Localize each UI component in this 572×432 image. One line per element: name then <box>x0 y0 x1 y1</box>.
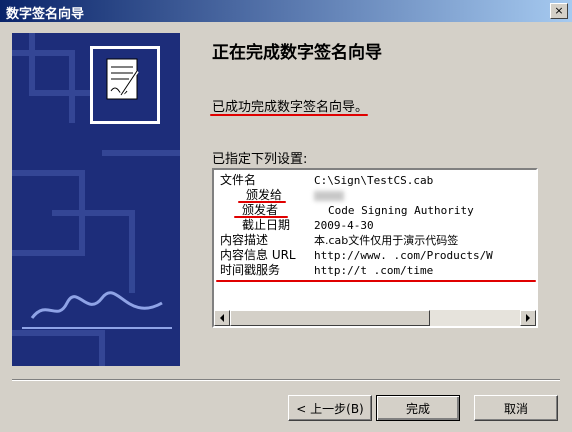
cancel-button[interactable]: 取消 <box>474 395 558 421</box>
window-title: 数字签名向导 <box>6 7 85 22</box>
success-message: 已成功完成数字签名向导。 <box>212 100 369 115</box>
scroll-left-button[interactable] <box>214 310 230 326</box>
close-button[interactable]: × <box>550 3 568 19</box>
scrollbar-thumb[interactable] <box>230 310 430 326</box>
setting-value-redacted <box>314 188 344 203</box>
red-annotation-underline <box>210 114 368 116</box>
title-bar: 数字签名向导 × <box>0 0 572 22</box>
setting-value: C:\Sign\TestCS.cab <box>314 174 434 187</box>
settings-row-filename: 文件名 C:\Sign\TestCS.cab <box>220 173 536 188</box>
setting-value: 2009-4-30 <box>314 219 374 232</box>
arrow-left-icon <box>220 314 224 322</box>
certificate-pen-icon <box>90 46 160 124</box>
red-annotation-underline <box>234 216 288 218</box>
setting-value: Code Signing Authority <box>328 204 474 217</box>
horizontal-scrollbar[interactable] <box>214 310 536 326</box>
setting-key: 截止日期 <box>242 218 291 232</box>
settings-row-description: 内容描述 本.cab文件仅用于演示代码签 <box>220 233 536 248</box>
red-annotation-underline <box>238 201 286 203</box>
finish-button[interactable]: 完成 <box>376 395 460 421</box>
scroll-right-button[interactable] <box>520 310 536 326</box>
setting-value: http://t .com/time <box>314 264 434 277</box>
settings-label: 已指定下列设置: <box>212 152 308 167</box>
red-annotation-underline <box>216 280 536 282</box>
setting-value: 本.cab文件仅用于演示代码签 <box>314 234 459 247</box>
setting-key: 时间戳服务 <box>220 263 281 277</box>
button-separator <box>12 379 560 381</box>
wizard-window: 数字签名向导 × 正在完成数字签名向导 已成功完成数字签名向导。 已指定下列设置… <box>0 0 572 432</box>
settings-row-expiry: 截止日期 2009-4-30 <box>220 218 536 233</box>
settings-listbox[interactable]: 文件名 C:\Sign\TestCS.cab 颁发给 颁发者 Code Sign… <box>212 168 538 328</box>
arrow-right-icon <box>526 314 530 322</box>
back-button[interactable]: < 上一步(B) <box>288 395 372 421</box>
setting-key: 文件名 <box>220 173 257 187</box>
setting-key: 内容信息 URL <box>220 248 296 262</box>
setting-value: http://www. .com/Products/W <box>314 249 493 262</box>
page-title: 正在完成数字签名向导 <box>212 43 382 63</box>
setting-key: 内容描述 <box>220 233 269 247</box>
close-icon: × <box>554 4 564 17</box>
settings-row-info-url: 内容信息 URL http://www. .com/Products/W <box>220 248 536 263</box>
settings-row-timestamp: 时间戳服务 http://t .com/time <box>220 263 536 278</box>
